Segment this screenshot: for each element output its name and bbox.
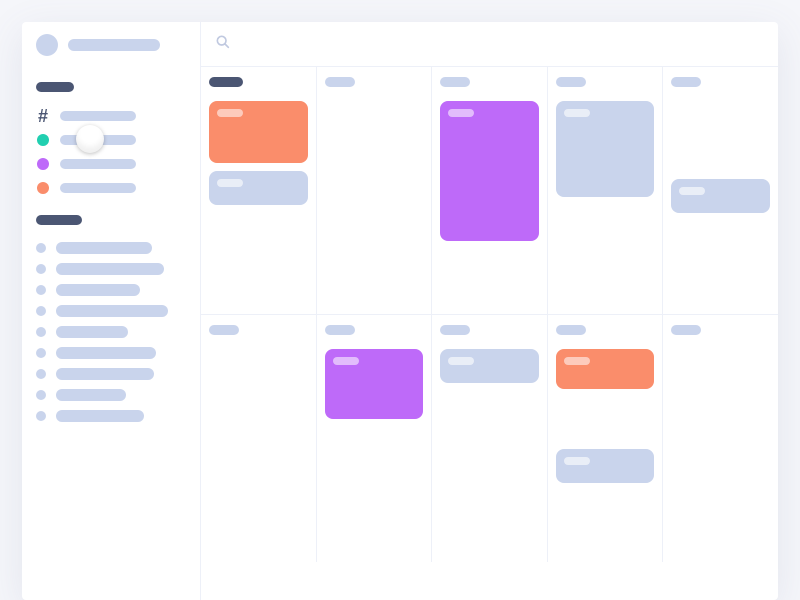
event-card[interactable] <box>325 349 424 419</box>
card-title <box>564 457 590 465</box>
column-header <box>209 325 239 335</box>
board-row <box>201 66 778 314</box>
event-card[interactable] <box>556 449 655 483</box>
bullet-icon <box>36 327 46 337</box>
event-card[interactable] <box>556 349 655 389</box>
list-item-label <box>56 410 144 422</box>
search-bar[interactable] <box>201 22 778 66</box>
board-column[interactable] <box>201 67 317 314</box>
card-title <box>679 187 705 195</box>
board-column[interactable] <box>548 315 664 562</box>
channel-item[interactable] <box>36 157 186 171</box>
column-header <box>556 77 586 87</box>
workspace-name <box>68 39 160 51</box>
app-window: # <box>22 22 778 600</box>
list-item-label <box>56 347 156 359</box>
event-card[interactable] <box>440 101 539 241</box>
bullet-icon <box>36 348 46 358</box>
list-section <box>36 215 186 422</box>
event-card[interactable] <box>209 171 308 205</box>
list-item-label <box>56 326 128 338</box>
list-item[interactable] <box>36 263 186 275</box>
list-item[interactable] <box>36 305 186 317</box>
board-column[interactable] <box>201 315 317 562</box>
list-item[interactable] <box>36 368 186 380</box>
calendar-board <box>201 66 778 600</box>
card-title <box>564 109 590 117</box>
channel-label <box>60 159 136 169</box>
card-title <box>448 109 474 117</box>
board-column[interactable] <box>663 315 778 562</box>
board-column[interactable] <box>317 315 433 562</box>
dot-icon <box>36 133 50 147</box>
board-column[interactable] <box>432 67 548 314</box>
column-header <box>440 325 470 335</box>
hash-icon: # <box>36 109 50 123</box>
list-item-label <box>56 368 154 380</box>
column-header <box>556 325 586 335</box>
list-item[interactable] <box>36 410 186 422</box>
channel-label <box>60 183 136 193</box>
column-header <box>209 77 243 87</box>
list-item-label <box>56 284 140 296</box>
bullet-icon <box>36 390 46 400</box>
dot-icon <box>36 157 50 171</box>
list-item[interactable] <box>36 347 186 359</box>
workspace-avatar <box>36 34 58 56</box>
search-icon <box>215 34 231 55</box>
event-card[interactable] <box>556 101 655 197</box>
list-item-label <box>56 263 164 275</box>
list-item[interactable] <box>36 389 186 401</box>
column-header <box>325 325 355 335</box>
bullet-icon <box>36 369 46 379</box>
column-header <box>671 77 701 87</box>
search-input[interactable] <box>239 37 764 52</box>
channel-item[interactable] <box>36 181 186 195</box>
main-area <box>200 22 778 600</box>
sidebar: # <box>22 22 200 600</box>
channel-label <box>60 111 136 121</box>
bullet-icon <box>36 264 46 274</box>
column-header <box>671 325 701 335</box>
board-row <box>201 314 778 562</box>
bullet-icon <box>36 306 46 316</box>
board-column[interactable] <box>317 67 433 314</box>
card-title <box>448 357 474 365</box>
channels-section: # <box>36 82 186 195</box>
list-item[interactable] <box>36 284 186 296</box>
bullet-icon <box>36 285 46 295</box>
event-card[interactable] <box>671 179 770 213</box>
column-header <box>440 77 470 87</box>
channel-label <box>60 135 136 145</box>
channel-item[interactable]: # <box>36 109 186 123</box>
list-item-label <box>56 242 152 254</box>
board-column[interactable] <box>432 315 548 562</box>
list-item-label <box>56 305 168 317</box>
list-item[interactable] <box>36 326 186 338</box>
event-card[interactable] <box>209 101 308 163</box>
bullet-icon <box>36 243 46 253</box>
card-title <box>217 109 243 117</box>
card-title <box>333 357 359 365</box>
dot-icon <box>36 181 50 195</box>
card-title <box>564 357 590 365</box>
card-title <box>217 179 243 187</box>
channels-section-label <box>36 82 74 92</box>
list-section-label <box>36 215 82 225</box>
board-column[interactable] <box>663 67 778 314</box>
list-item-label <box>56 389 126 401</box>
workspace-header[interactable] <box>36 34 186 56</box>
list-item[interactable] <box>36 242 186 254</box>
board-column[interactable] <box>548 67 664 314</box>
column-header <box>325 77 355 87</box>
channel-item[interactable] <box>36 133 186 147</box>
event-card[interactable] <box>440 349 539 383</box>
bullet-icon <box>36 411 46 421</box>
